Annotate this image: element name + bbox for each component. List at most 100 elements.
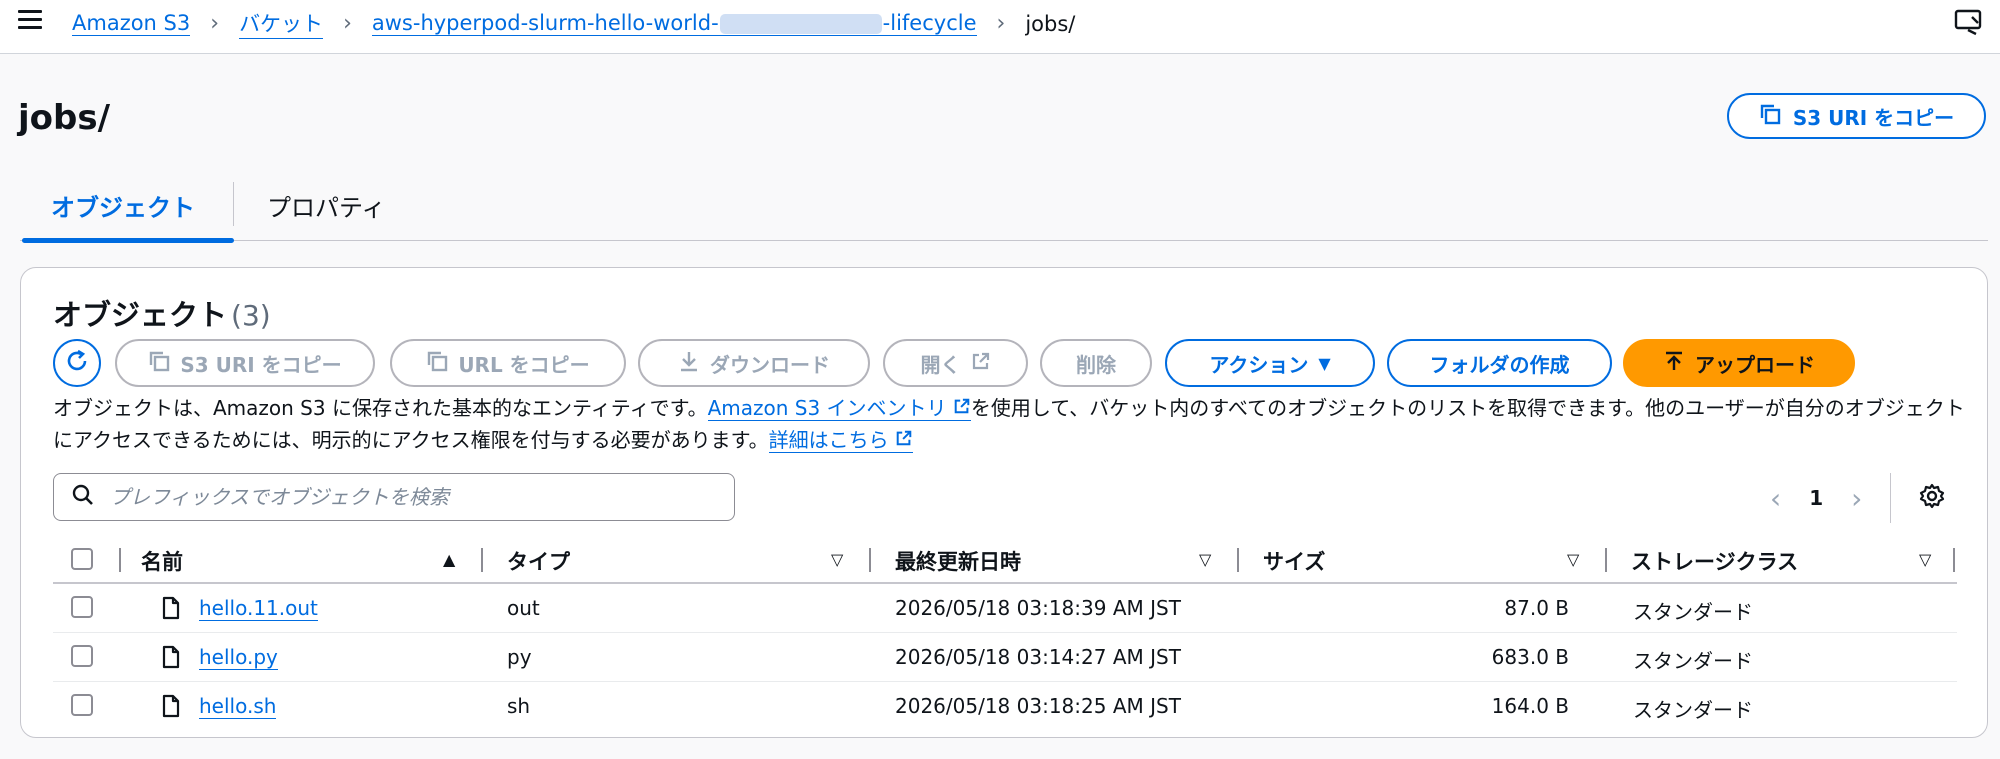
object-name-link[interactable]: hello.py: [199, 645, 278, 670]
open-label: 開く: [920, 352, 961, 377]
column-header-type[interactable]: タイプ: [507, 546, 570, 576]
top-navigation-bar: Amazon S3 › バケット › aws-hyperpod-slurm-he…: [0, 0, 2000, 54]
caret-down-icon: ▼: [1318, 353, 1331, 373]
learn-more-link[interactable]: 詳細はこちら: [768, 428, 913, 453]
copy-s3-uri-button[interactable]: S3 URI をコピー: [1727, 93, 1986, 139]
column-header-storage-class[interactable]: ストレージクラス: [1631, 546, 1798, 576]
download-label: ダウンロード: [710, 352, 830, 377]
tab-properties[interactable]: プロパティ: [267, 188, 386, 223]
chevron-right-icon: ›: [210, 11, 220, 36]
external-link-icon: [971, 351, 991, 376]
object-size: 683.0 B: [1491, 645, 1569, 669]
copy-url-button[interactable]: URL をコピー: [390, 339, 626, 387]
actions-dropdown[interactable]: アクション ▼: [1165, 339, 1375, 387]
column-header-last-modified[interactable]: 最終更新日時: [895, 546, 1021, 576]
refresh-button[interactable]: [53, 339, 101, 387]
create-folder-button[interactable]: フォルダの作成: [1387, 339, 1612, 387]
download-icon: [678, 350, 700, 377]
breadcrumb-amazon-s3[interactable]: Amazon S3: [72, 11, 191, 36]
object-name-link[interactable]: hello.sh: [199, 694, 277, 719]
copy-s3-uri-toolbar-label: S3 URI をコピー: [180, 352, 342, 377]
upload-button[interactable]: アップロード: [1623, 339, 1855, 387]
panel-description: オブジェクトは、Amazon S3 に保存された基本的なエンティティです。Ama…: [53, 392, 1973, 456]
object-type: out: [507, 596, 540, 620]
settings-gear-icon[interactable]: [1919, 483, 1945, 514]
object-name-link[interactable]: hello.11.out: [199, 596, 318, 621]
open-button[interactable]: 開く: [883, 339, 1028, 387]
column-divider: [119, 548, 121, 572]
learn-more-link-text: 詳細はこちら: [768, 428, 889, 452]
sort-icon[interactable]: ▽: [831, 550, 843, 569]
column-header-name[interactable]: 名前: [141, 546, 183, 576]
column-divider: [1953, 548, 1955, 572]
tab-bar: オブジェクト プロパティ: [20, 180, 1988, 243]
s3-inventory-link-text: Amazon S3 インベントリ: [707, 396, 947, 420]
row-checkbox[interactable]: [71, 645, 93, 667]
panel-title: オブジェクト (3): [53, 292, 271, 334]
current-page[interactable]: 1: [1809, 486, 1823, 510]
search-input[interactable]: [108, 484, 672, 510]
copy-icon: [426, 350, 448, 377]
sort-icon[interactable]: ▽: [1567, 550, 1579, 569]
row-checkbox[interactable]: [71, 596, 93, 618]
chevron-right-icon: ›: [996, 11, 1006, 36]
column-divider: [869, 548, 871, 572]
object-type: py: [507, 645, 532, 669]
file-icon: [161, 596, 181, 624]
column-divider: [1237, 548, 1239, 572]
row-checkbox[interactable]: [71, 694, 93, 716]
chevron-right-icon: ›: [343, 11, 352, 36]
sort-icon[interactable]: ▽: [1919, 550, 1931, 569]
column-divider: [1605, 548, 1607, 572]
next-page-icon[interactable]: ›: [1851, 482, 1862, 515]
table-row: hello.11.out out 2026/05/18 03:18:39 AM …: [53, 584, 1957, 633]
object-type: sh: [507, 694, 531, 718]
tab-objects[interactable]: オブジェクト: [51, 188, 195, 223]
prev-page-icon[interactable]: ‹: [1770, 482, 1781, 515]
object-size: 164.0 B: [1491, 694, 1569, 718]
pagination: ‹ 1 ›: [1770, 473, 1945, 523]
object-storage-class: スタンダード: [1633, 649, 1753, 673]
copy-s3-uri-label: S3 URI をコピー: [1792, 105, 1955, 130]
object-storage-class: スタンダード: [1633, 600, 1753, 624]
bucket-name-suffix: -lifecycle: [882, 11, 977, 35]
objects-panel: オブジェクト (3) S3 URI をコピー URL をコピー ダウンロード 開く…: [20, 267, 1988, 738]
breadcrumb: Amazon S3 › バケット › aws-hyperpod-slurm-he…: [72, 8, 1075, 39]
tab-divider: [233, 182, 234, 226]
search-icon: [72, 484, 94, 510]
description-text-1: オブジェクトは、Amazon S3 に保存された基本的なエンティティです。: [53, 396, 708, 420]
external-link-icon: [953, 396, 971, 420]
bucket-name-prefix: aws-hyperpod-slurm-hello-world-: [371, 11, 719, 35]
external-link-icon: [895, 428, 913, 452]
file-icon: [161, 694, 181, 722]
object-search[interactable]: [53, 473, 735, 521]
upload-label: アップロード: [1695, 352, 1815, 377]
table-row: hello.py py 2026/05/18 03:14:27 AM JST 6…: [53, 633, 1957, 682]
copy-icon: [148, 350, 170, 377]
object-last-modified: 2026/05/18 03:14:27 AM JST: [895, 645, 1181, 669]
select-all-checkbox[interactable]: [71, 548, 93, 570]
column-header-size[interactable]: サイズ: [1263, 546, 1325, 576]
object-last-modified: 2026/05/18 03:18:25 AM JST: [895, 694, 1181, 718]
table-row: hello.sh sh 2026/05/18 03:18:25 AM JST 1…: [53, 682, 1957, 730]
redacted-account-id: [719, 14, 882, 34]
download-button[interactable]: ダウンロード: [638, 339, 870, 387]
upload-icon: [1663, 350, 1685, 377]
copy-s3-uri-toolbar-button[interactable]: S3 URI をコピー: [115, 339, 375, 387]
pager-divider: [1890, 473, 1892, 523]
refresh-icon: [64, 348, 90, 378]
object-count: (3): [231, 299, 271, 332]
active-tab-indicator: [22, 238, 234, 243]
sort-ascending-icon[interactable]: ▲: [443, 550, 455, 569]
copy-icon: [1759, 103, 1781, 130]
delete-button[interactable]: 削除: [1040, 339, 1152, 387]
page-title: jobs/: [18, 98, 111, 138]
sort-icon[interactable]: ▽: [1199, 550, 1211, 569]
s3-inventory-link[interactable]: Amazon S3 インベントリ: [707, 396, 971, 421]
breadcrumb-current: jobs/: [1025, 11, 1076, 36]
breadcrumb-buckets[interactable]: バケット: [239, 8, 324, 39]
screen-share-icon[interactable]: [1954, 8, 1984, 36]
breadcrumb-bucket[interactable]: aws-hyperpod-slurm-hello-world- -lifecycl…: [371, 11, 977, 36]
menu-icon[interactable]: [18, 10, 42, 32]
object-storage-class: スタンダード: [1633, 698, 1753, 722]
